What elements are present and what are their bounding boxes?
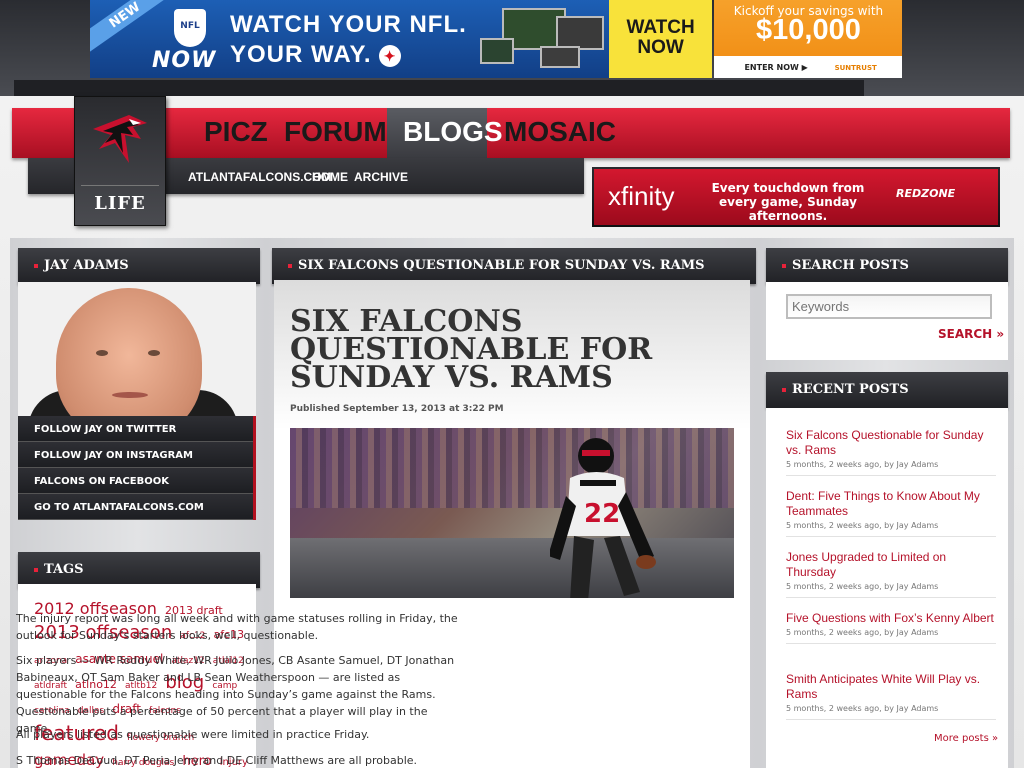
subnav-home[interactable]: HOME — [312, 170, 348, 184]
tags-header: TAGS — [18, 552, 260, 588]
author-photo — [18, 282, 256, 416]
post-title: SIX FALCONS QUESTIONABLE FOR SUNDAY VS. … — [290, 304, 653, 395]
nfl-shield-icon: NFL — [174, 9, 206, 47]
post-paragraph: Six players — WR Roddy White, WR Julio J… — [16, 654, 455, 735]
post-hero-image: 22 — [290, 428, 734, 598]
suntrust-ad[interactable]: Kickoff your savings with $10,000 ENTER … — [714, 0, 903, 78]
search-button[interactable]: SEARCH » — [938, 327, 1004, 341]
falcon-icon — [93, 115, 147, 163]
football-player-image: 22 — [550, 438, 656, 598]
logo-life-label: LIFE — [94, 193, 146, 214]
nav-picz[interactable]: PICZ — [204, 108, 268, 158]
post-header: SIX FALCONS QUESTIONABLE FOR SUNDAY VS. … — [272, 248, 756, 284]
ad-headline: WATCH YOUR NFL. YOUR WAY. ✦ — [230, 10, 467, 70]
keyword-search-input[interactable] — [786, 294, 992, 319]
suntrust-amount: $10,000 — [756, 14, 861, 46]
nav-blogs[interactable]: BLOGS — [387, 108, 503, 158]
more-posts-link[interactable]: More posts » — [934, 733, 998, 744]
nav-mosaic[interactable]: MOSAIC — [504, 108, 616, 158]
recent-post-item[interactable]: Smith Anticipates White Will Play vs. Ra… — [786, 672, 996, 720]
falcons-life-logo[interactable]: LIFE — [74, 96, 166, 226]
follow-instagram-link[interactable]: FOLLOW JAY ON INSTAGRAM — [18, 442, 256, 468]
post-paragraph: All players listed as questionable were … — [16, 728, 370, 741]
watch-now-button[interactable]: WATCH NOW — [608, 0, 713, 78]
nfl-now-ad[interactable]: NEW NFL NOW WATCH YOUR NFL. YOUR WAY. ✦ — [90, 0, 609, 78]
author-panel: FOLLOW JAY ON TWITTER FOLLOW JAY ON INST… — [18, 282, 256, 520]
recent-post-item[interactable]: Five Questions with Fox’s Kenny Albert 5 … — [786, 611, 996, 644]
subnav-atlantafalcons[interactable]: ATLANTAFALCONS.COM — [188, 170, 332, 184]
canada-leaf-icon: ✦ — [379, 44, 402, 67]
jersey-number: 22 — [584, 499, 620, 529]
xfinity-ad[interactable]: xfinity Every touchdown from every game,… — [592, 167, 1000, 227]
facebook-link[interactable]: FALCONS ON FACEBOOK — [18, 468, 256, 494]
recent-post-item[interactable]: Jones Upgraded to Limited on Thursday 5 m… — [786, 550, 996, 598]
search-header: SEARCH POSTS — [766, 248, 1008, 284]
ad-headline-line1: WATCH YOUR NFL. — [230, 11, 467, 38]
suntrust-logo: SUNTRUST — [834, 64, 877, 72]
ad-new-badge: NEW — [90, 0, 176, 55]
xfinity-text: Every touchdown from every game, Sunday … — [711, 181, 865, 223]
author-header: JAY ADAMS — [18, 248, 260, 284]
recent-post-item[interactable]: Six Falcons Questionable for Sunday vs. … — [786, 428, 996, 476]
recent-posts-header: RECENT POSTS — [766, 372, 1008, 408]
atlantafalcons-link[interactable]: GO TO ATLANTAFALCONS.COM — [18, 494, 256, 520]
subnav-archive[interactable]: ARCHIVE — [354, 170, 408, 184]
ad-now-logo: NOW — [152, 48, 217, 73]
top-ad-banner[interactable]: NEW NFL NOW WATCH YOUR NFL. YOUR WAY. ✦ … — [90, 0, 903, 78]
post-paragraph: S Thomas DeCoud, DT Peria Jerry and DE C… — [16, 754, 418, 767]
post-paragraph: The injury report was long all week and … — [16, 612, 458, 642]
xfinity-logo: xfinity — [608, 181, 675, 211]
devices-icon — [480, 8, 608, 70]
ad-headline-line2: YOUR WAY. ✦ — [230, 40, 467, 70]
post-meta: Published September 13, 2013 at 3:22 PM — [290, 404, 504, 414]
follow-twitter-link[interactable]: FOLLOW JAY ON TWITTER — [18, 416, 256, 442]
recent-post-item[interactable]: Dent: Five Things to Know About My Teamm… — [786, 489, 996, 537]
suntrust-footer[interactable]: ENTER NOW ▶ SUNTRUST — [714, 56, 903, 78]
enter-now-link: ENTER NOW ▶ — [744, 63, 808, 72]
redzone-logo: REDZONE — [896, 187, 956, 200]
